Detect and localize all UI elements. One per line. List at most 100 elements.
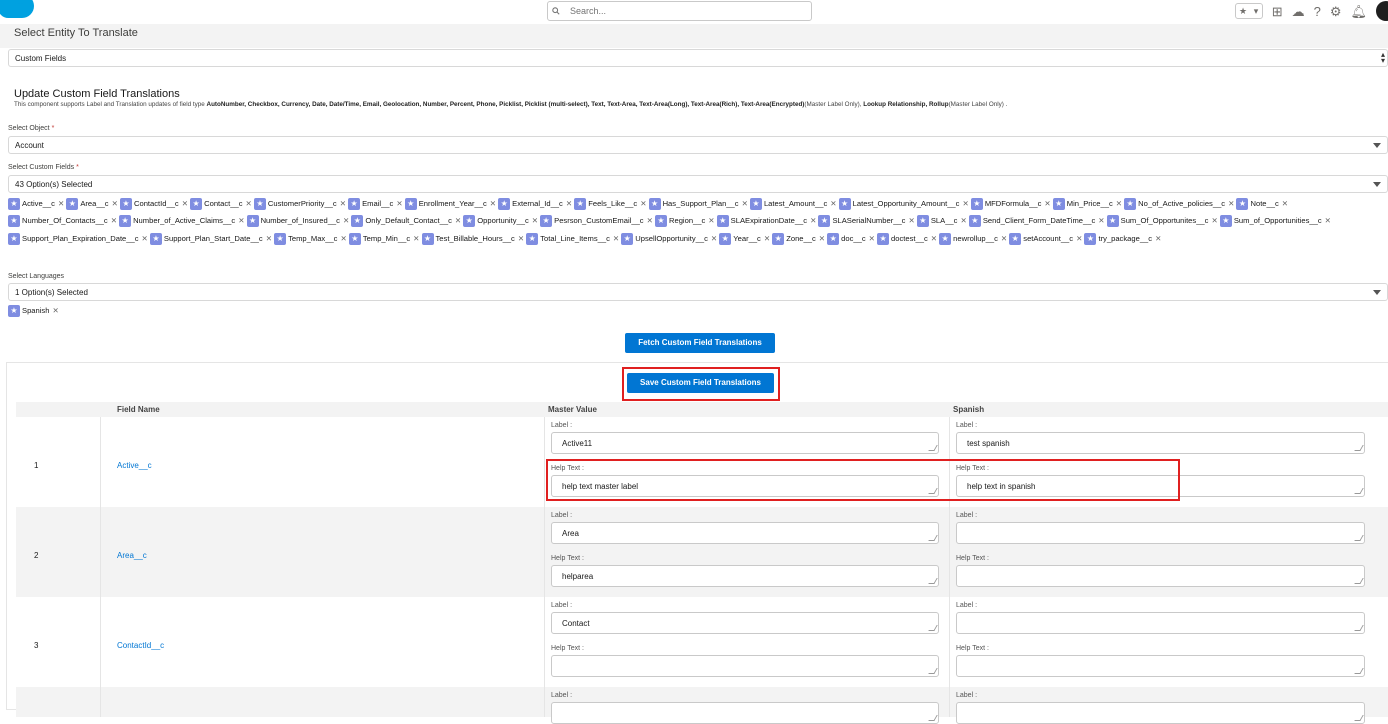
pill-label: Note__c bbox=[1250, 199, 1279, 208]
remove-pill-icon[interactable]: ✕ bbox=[182, 199, 188, 208]
help-icon[interactable]: ? bbox=[1314, 5, 1321, 18]
remove-pill-icon[interactable]: ✕ bbox=[490, 199, 496, 208]
translation-label-textarea[interactable] bbox=[956, 522, 1365, 544]
add-icon[interactable]: ⊞ bbox=[1272, 5, 1283, 18]
remove-pill-icon[interactable]: ✕ bbox=[566, 199, 572, 208]
remove-pill-icon[interactable]: ✕ bbox=[340, 234, 346, 243]
pill-label: Has_Support_Plan__c bbox=[662, 199, 739, 208]
master-label-textarea[interactable] bbox=[551, 702, 939, 724]
remove-pill-icon[interactable]: ✕ bbox=[1098, 216, 1104, 225]
remove-pill-icon[interactable]: ✕ bbox=[711, 234, 717, 243]
favorites-button[interactable]: ★ ▾ bbox=[1234, 3, 1263, 19]
remove-pill-icon[interactable]: ✕ bbox=[142, 234, 148, 243]
field-name-link[interactable]: Active__c bbox=[117, 461, 152, 470]
entity-select-value: Custom Fields bbox=[15, 54, 67, 63]
remove-pill-icon[interactable]: ✕ bbox=[962, 199, 968, 208]
pill-label: Send_Client_Form_DateTime__c bbox=[982, 216, 1096, 226]
save-translations-button[interactable]: Save Custom Field Translations bbox=[627, 373, 774, 393]
selected-pill: ★ UpsellOpportunity__c ✕ bbox=[621, 230, 717, 247]
pill-label: Enrollment_Year__c bbox=[418, 199, 487, 208]
remove-pill-icon[interactable]: ✕ bbox=[1325, 216, 1331, 225]
remove-pill-icon[interactable]: ✕ bbox=[455, 216, 461, 225]
remove-pill-icon[interactable]: ✕ bbox=[613, 234, 619, 243]
field-name-link[interactable]: Area__c bbox=[117, 551, 147, 560]
remove-pill-icon[interactable]: ✕ bbox=[112, 199, 118, 208]
remove-pill-icon[interactable]: ✕ bbox=[1228, 199, 1234, 208]
remove-pill-icon[interactable]: ✕ bbox=[1211, 216, 1217, 225]
setup-gear-icon[interactable]: ⚙ bbox=[1330, 5, 1342, 18]
remove-pill-icon[interactable]: ✕ bbox=[1155, 234, 1161, 243]
remove-pill-icon[interactable]: ✕ bbox=[238, 216, 244, 225]
remove-pill-icon[interactable]: ✕ bbox=[396, 199, 402, 208]
remove-pill-icon[interactable]: ✕ bbox=[246, 199, 252, 208]
remove-pill-icon[interactable]: ✕ bbox=[413, 234, 419, 243]
master-label-textarea[interactable]: Area bbox=[551, 522, 939, 544]
remove-pill-icon[interactable]: ✕ bbox=[960, 216, 966, 225]
remove-pill-icon[interactable]: ✕ bbox=[810, 216, 816, 225]
favorites-dropdown-icon[interactable]: ▾ bbox=[1254, 6, 1259, 17]
master-help-value: helparea bbox=[562, 572, 594, 581]
remove-pill-icon[interactable]: ✕ bbox=[343, 216, 349, 225]
column-header-language: Spanish bbox=[953, 405, 985, 414]
required-marker: * bbox=[76, 164, 79, 171]
fields-multiselect[interactable]: 43 Option(s) Selected bbox=[8, 175, 1388, 193]
remove-pill-icon[interactable]: ✕ bbox=[1282, 199, 1288, 208]
selected-pill: ★ try_package__c ✕ bbox=[1084, 230, 1161, 247]
pill-icon: ★ bbox=[877, 232, 890, 245]
remove-pill-icon[interactable]: ✕ bbox=[1001, 234, 1007, 243]
remove-pill-icon[interactable]: ✕ bbox=[819, 234, 825, 243]
notifications-bell-icon[interactable]: 🔔︎ bbox=[1350, 5, 1367, 18]
translation-label-textarea[interactable] bbox=[956, 612, 1365, 634]
pill-icon: ★ bbox=[421, 232, 434, 245]
remove-pill-icon[interactable]: ✕ bbox=[518, 234, 524, 243]
remove-pill-icon[interactable]: ✕ bbox=[708, 216, 714, 225]
chevron-down-icon bbox=[1373, 182, 1381, 187]
remove-pill-icon[interactable]: ✕ bbox=[266, 234, 272, 243]
salesforce-logo-icon[interactable] bbox=[0, 0, 34, 18]
pill-label: No_of_Active_policies__c bbox=[1138, 199, 1226, 208]
selected-fields-pills: ★ Active__c ✕ ★ Area__c ✕ ★ ContactId__c ✕ ★ Conta… bbox=[8, 195, 1378, 247]
remove-pill-icon[interactable]: ✕ bbox=[908, 216, 914, 225]
remove-pill-icon[interactable]: ✕ bbox=[1076, 234, 1082, 243]
master-label-value: Contact bbox=[562, 619, 590, 628]
remove-pill-icon[interactable]: ✕ bbox=[1116, 199, 1122, 208]
master-help-textarea[interactable]: helparea bbox=[551, 565, 939, 587]
master-label-textarea[interactable]: Contact bbox=[551, 612, 939, 634]
favorites-star-icon[interactable]: ★ bbox=[1239, 6, 1247, 17]
remove-pill-icon[interactable]: ✕ bbox=[111, 216, 117, 225]
user-avatar[interactable] bbox=[1376, 1, 1388, 21]
master-label-textarea[interactable]: Active11 bbox=[551, 432, 939, 454]
select-object-label: Select Object * bbox=[8, 125, 54, 132]
remove-pill-icon[interactable]: ✕ bbox=[340, 199, 346, 208]
pill-label: Support_Plan_Expiration_Date__c bbox=[22, 233, 139, 243]
object-select[interactable]: Account bbox=[8, 136, 1388, 154]
entity-select[interactable]: Custom Fields ▴ ▾ bbox=[8, 49, 1388, 67]
remove-pill-icon[interactable]: ✕ bbox=[931, 234, 937, 243]
field-name-link[interactable]: ContactId__c bbox=[117, 641, 164, 650]
pill-label: newrollup__c bbox=[953, 233, 998, 243]
pill-label: Only_Default_Contact__c bbox=[365, 216, 452, 226]
pill-icon: ★ bbox=[8, 215, 20, 228]
remove-pill-icon[interactable]: ✕ bbox=[640, 199, 646, 208]
remove-pill-icon[interactable]: ✕ bbox=[647, 216, 653, 225]
translation-help-textarea[interactable] bbox=[956, 565, 1365, 587]
master-help-textarea[interactable] bbox=[551, 655, 939, 677]
trailhead-icon[interactable]: ☁ bbox=[1292, 5, 1305, 18]
fetch-translations-button[interactable]: Fetch Custom Field Translations bbox=[625, 333, 775, 353]
languages-multiselect[interactable]: 1 Option(s) Selected bbox=[8, 283, 1388, 301]
remove-pill-icon[interactable]: ✕ bbox=[764, 234, 770, 243]
remove-pill-icon[interactable]: ✕ bbox=[742, 199, 748, 208]
remove-pill-icon[interactable]: ✕ bbox=[830, 199, 836, 208]
translation-label-textarea[interactable]: test spanish bbox=[956, 432, 1365, 454]
translation-label-textarea[interactable] bbox=[956, 702, 1365, 724]
row-number: 2 bbox=[34, 551, 39, 560]
selected-pill: ★ Support_Plan_Expiration_Date__c ✕ bbox=[8, 230, 148, 247]
global-search-input[interactable]: Search... bbox=[547, 1, 812, 21]
remove-pill-icon[interactable]: ✕ bbox=[52, 306, 58, 315]
remove-pill-icon[interactable]: ✕ bbox=[1044, 199, 1050, 208]
remove-pill-icon[interactable]: ✕ bbox=[869, 234, 875, 243]
remove-pill-icon[interactable]: ✕ bbox=[58, 199, 64, 208]
selected-pill: ★ Contact__c ✕ bbox=[190, 195, 252, 212]
translation-help-textarea[interactable] bbox=[956, 655, 1365, 677]
remove-pill-icon[interactable]: ✕ bbox=[532, 216, 538, 225]
